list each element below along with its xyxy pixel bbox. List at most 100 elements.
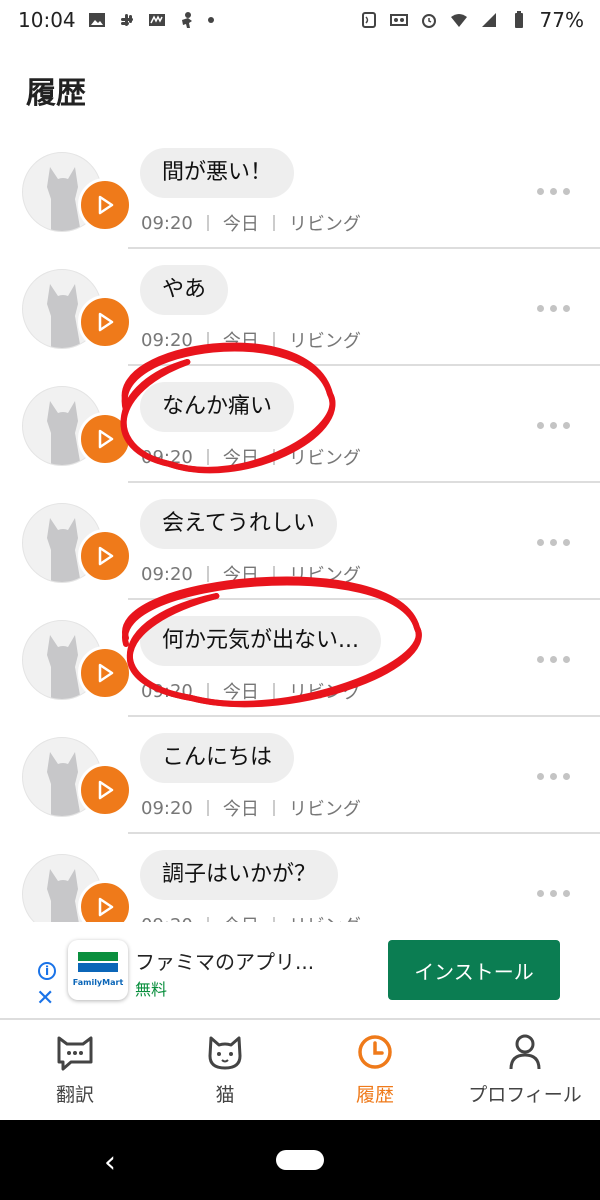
back-icon[interactable]: ‹ [104,1145,116,1180]
history-row[interactable]: こんにちは 09:20 今日 リビング [0,717,600,834]
history-row[interactable]: 調子はいかが？ 09:20 今日 リビング [0,834,600,922]
play-button[interactable] [78,295,132,349]
more-dot [563,422,570,429]
message-bubble[interactable]: なんか痛い [140,382,295,432]
cast-icon [389,14,408,26]
meta-separator [206,449,209,465]
message-bubble[interactable]: 何か元気が出ない... [140,616,381,666]
message-meta: 09:20 今日 リビング [141,561,361,587]
more-dot [563,773,570,780]
nav-item-cat[interactable]: 猫 [150,1020,300,1120]
app-notification-icon [148,14,165,26]
nav-item-profile[interactable]: プロフィール [450,1020,600,1120]
status-bar: 10:04 77% [0,0,600,40]
message-room: リビング [289,912,361,922]
more-dot [563,188,570,195]
message-bubble[interactable]: 間が悪い！ [140,148,295,198]
message-time: 09:20 [141,329,193,351]
status-time: 10:04 [18,8,76,32]
message-day: 今日 [222,565,259,586]
meta-separator [206,683,209,699]
play-button[interactable] [78,763,132,817]
message-day: 今日 [222,682,259,703]
message-bubble[interactable]: 調子はいかが？ [140,850,339,900]
more-options-button[interactable] [537,656,570,663]
meta-separator [272,683,275,699]
more-dot [537,890,544,897]
install-button[interactable]: インストール [388,940,560,1000]
message-time: 09:20 [141,797,193,819]
meta-separator [272,566,275,582]
more-options-button[interactable] [537,188,570,195]
person-icon [509,1034,541,1070]
nav-label: 猫 [215,1084,235,1106]
message-meta: 09:20 今日 リビング [141,678,361,704]
system-navigation-bar: ‹ [0,1120,600,1200]
message-time: 09:20 [141,915,193,923]
person-notification-icon [181,12,192,28]
play-button[interactable] [78,880,132,922]
more-dot [563,539,570,546]
history-row[interactable]: なんか痛い 09:20 今日 リビング [0,366,600,483]
nav-item-history[interactable]: 履歴 [300,1020,450,1120]
history-row[interactable]: 何か元気が出ない... 09:20 今日 リビング [0,600,600,717]
message-day: 今日 [222,799,259,820]
slack-notification-icon [120,14,133,26]
history-row[interactable]: やあ 09:20 今日 リビング [0,249,600,366]
message-time: 09:20 [141,446,193,468]
play-icon [98,546,114,566]
meta-separator [272,449,275,465]
more-dot [537,656,544,663]
meta-separator [272,800,275,816]
battery-icon [514,11,523,28]
chat-cat-icon [57,1036,93,1071]
message-bubble[interactable]: やあ [140,265,229,315]
more-options-button[interactable] [537,773,570,780]
more-options-button[interactable] [537,305,570,312]
meta-separator [206,332,209,348]
more-dot [563,656,570,663]
play-button[interactable] [78,529,132,583]
message-room: リビング [288,331,361,352]
familymart-logo: FamilyMart [68,940,128,1000]
more-options-button[interactable] [537,422,570,429]
nfc-icon [361,12,376,28]
more-dot [537,305,544,312]
message-room: リビング [288,214,361,235]
history-row[interactable]: 間が悪い！ 09:20 今日 リビング [0,132,600,249]
more-options-button[interactable] [537,890,570,897]
nav-item-translate[interactable]: 翻訳 [0,1020,150,1120]
more-dot [537,188,544,195]
message-day: 今日 [222,331,259,352]
play-button[interactable] [78,646,132,700]
more-dot [563,890,570,897]
message-room: リビング [288,448,361,469]
meta-separator [206,215,209,231]
history-list[interactable]: 間が悪い！ 09:20 今日 リビング やあ 09:20 今日 リビング なんか… [0,132,600,922]
play-icon [98,312,114,332]
play-button[interactable] [78,178,132,232]
more-options-button[interactable] [537,539,570,546]
meta-separator [206,800,209,816]
message-time: 09:20 [141,212,193,234]
message-bubble[interactable]: 会えてうれしい [140,499,337,549]
message-bubble[interactable]: こんにちは [140,733,295,783]
nav-label: プロフィール [468,1084,582,1106]
ad-info-icon[interactable]: i [38,962,56,980]
history-row[interactable]: 会えてうれしい 09:20 今日 リビング [0,483,600,600]
meta-separator [272,332,275,348]
play-button[interactable] [78,412,132,466]
alarm-icon [421,14,436,28]
home-pill[interactable] [276,1150,324,1170]
message-meta: 09:20 今日 リビング [141,327,361,353]
clock-icon [358,1035,392,1069]
more-dot [537,539,544,546]
nav-label: 履歴 [355,1084,394,1106]
play-icon [98,897,114,917]
ad-close-icon[interactable]: ✕ [36,986,54,1011]
more-dot [537,422,544,429]
more-notifications-dot [207,17,214,23]
ad-banner[interactable]: i ✕ FamilyMart ファミマのアプリ... 無料 インストール [0,922,600,1020]
more-dot [550,890,557,897]
message-meta: 09:20 今日 リビング [141,210,361,236]
